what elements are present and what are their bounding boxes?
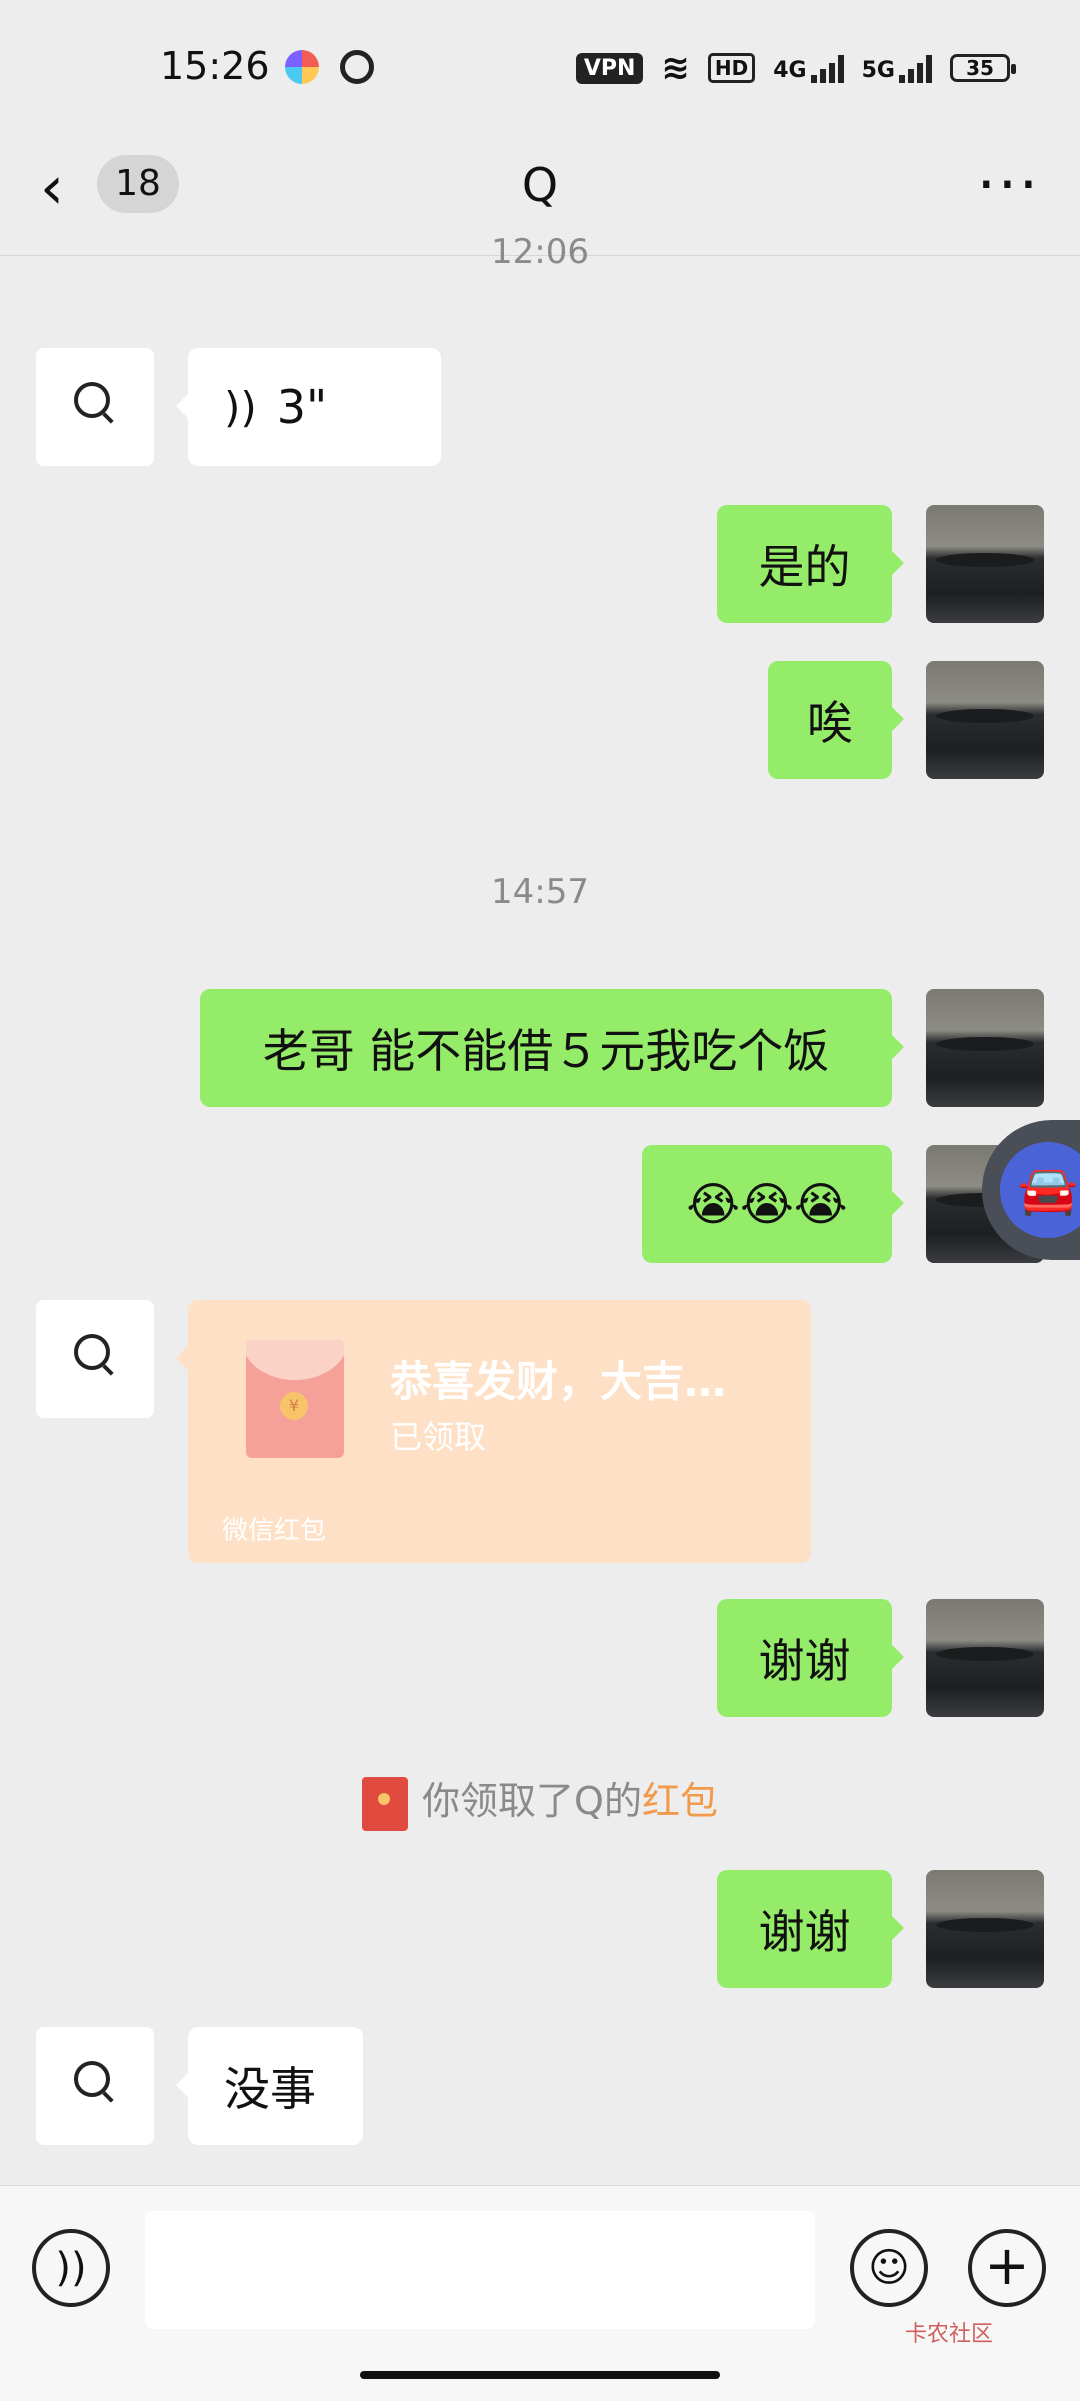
message-bubble-outgoing[interactable]: 😭😭😭 bbox=[642, 1145, 904, 1263]
signal-bars-1 bbox=[810, 53, 844, 83]
status-time: 15:26 bbox=[160, 44, 270, 88]
red-packet-link[interactable]: 红包 bbox=[642, 1779, 718, 1823]
contact-avatar[interactable] bbox=[36, 348, 154, 466]
voice-message[interactable]: )) 3" bbox=[176, 348, 441, 466]
timestamp: 14:57 bbox=[491, 872, 589, 912]
contact-avatar[interactable] bbox=[36, 1300, 154, 1418]
network-4g-label: 4G bbox=[773, 58, 807, 83]
browser-notification-icon bbox=[340, 50, 374, 84]
battery-icon: 35 bbox=[950, 54, 1016, 82]
voice-wave-icon: )) bbox=[224, 382, 257, 432]
avatar-q-icon bbox=[74, 1334, 110, 1370]
red-packet-message[interactable]: ¥ 恭喜发财，大吉… 已领取 微信红包 bbox=[176, 1300, 811, 1563]
hd-icon: HD bbox=[707, 53, 756, 83]
red-packet-label: 微信红包 bbox=[222, 1516, 327, 1546]
more-options-icon[interactable]: ··· bbox=[977, 150, 1040, 220]
vpn-icon: VPN bbox=[575, 52, 644, 84]
my-avatar[interactable] bbox=[926, 505, 1044, 623]
message-bubble-outgoing[interactable]: 老哥 能不能借５元我吃个饭 bbox=[200, 989, 904, 1107]
my-avatar[interactable] bbox=[926, 1870, 1044, 1988]
coin-icon: ¥ bbox=[280, 1392, 308, 1420]
signal-bars-2 bbox=[899, 53, 932, 83]
car-icon: 🚘 bbox=[1000, 1142, 1080, 1238]
message-bubble-outgoing[interactable]: 谢谢 bbox=[717, 1870, 904, 1988]
status-bar: 15:26 VPN ≋ HD 4G 5G 35 bbox=[0, 0, 1080, 130]
avatar-q-icon bbox=[74, 382, 110, 418]
status-indicators: VPN ≋ HD 4G 5G 35 bbox=[575, 48, 1016, 88]
red-packet-title: 恭喜发财，大吉… bbox=[390, 1357, 727, 1406]
signal-4g-icon: 4G bbox=[773, 53, 844, 83]
voice-input-icon[interactable]: )) bbox=[32, 2229, 110, 2307]
message-bubble-outgoing[interactable]: 谢谢 bbox=[717, 1599, 904, 1717]
plus-icon[interactable]: + bbox=[968, 2229, 1046, 2307]
red-packet-status: 已领取 bbox=[390, 1418, 487, 1456]
message-bubble-outgoing[interactable]: 是的 bbox=[717, 505, 904, 623]
timestamp: 12:06 bbox=[491, 232, 589, 272]
red-packet-mini-icon bbox=[362, 1776, 409, 1831]
red-envelope-icon: ¥ bbox=[246, 1340, 344, 1458]
message-bubble-outgoing[interactable]: 唉 bbox=[768, 661, 904, 779]
system-note-text: 你领取了Q的 bbox=[422, 1779, 642, 1823]
signal-5g-icon: 5G bbox=[862, 53, 932, 83]
message-input[interactable] bbox=[145, 2211, 815, 2329]
my-avatar[interactable] bbox=[926, 989, 1044, 1107]
contact-avatar[interactable] bbox=[36, 2027, 154, 2145]
app-notification-icon bbox=[285, 50, 319, 84]
system-note: 你领取了Q的红包 bbox=[0, 1770, 1080, 1831]
home-indicator[interactable] bbox=[360, 2371, 720, 2379]
watermark: 卡农社区 bbox=[905, 2322, 994, 2347]
input-bar: )) ☺ + 卡农社区 bbox=[0, 2185, 1080, 2401]
chat-title: Q bbox=[521, 158, 559, 212]
emoji-icon[interactable]: ☺ bbox=[850, 2229, 928, 2307]
my-avatar[interactable] bbox=[926, 1599, 1044, 1717]
avatar-q-icon bbox=[74, 2061, 110, 2097]
wifi-icon: ≋ bbox=[661, 48, 690, 88]
my-avatar[interactable] bbox=[926, 661, 1044, 779]
network-5g-label: 5G bbox=[861, 58, 895, 83]
message-bubble-incoming[interactable]: 没事 bbox=[176, 2027, 363, 2145]
voice-duration: 3" bbox=[276, 380, 328, 434]
